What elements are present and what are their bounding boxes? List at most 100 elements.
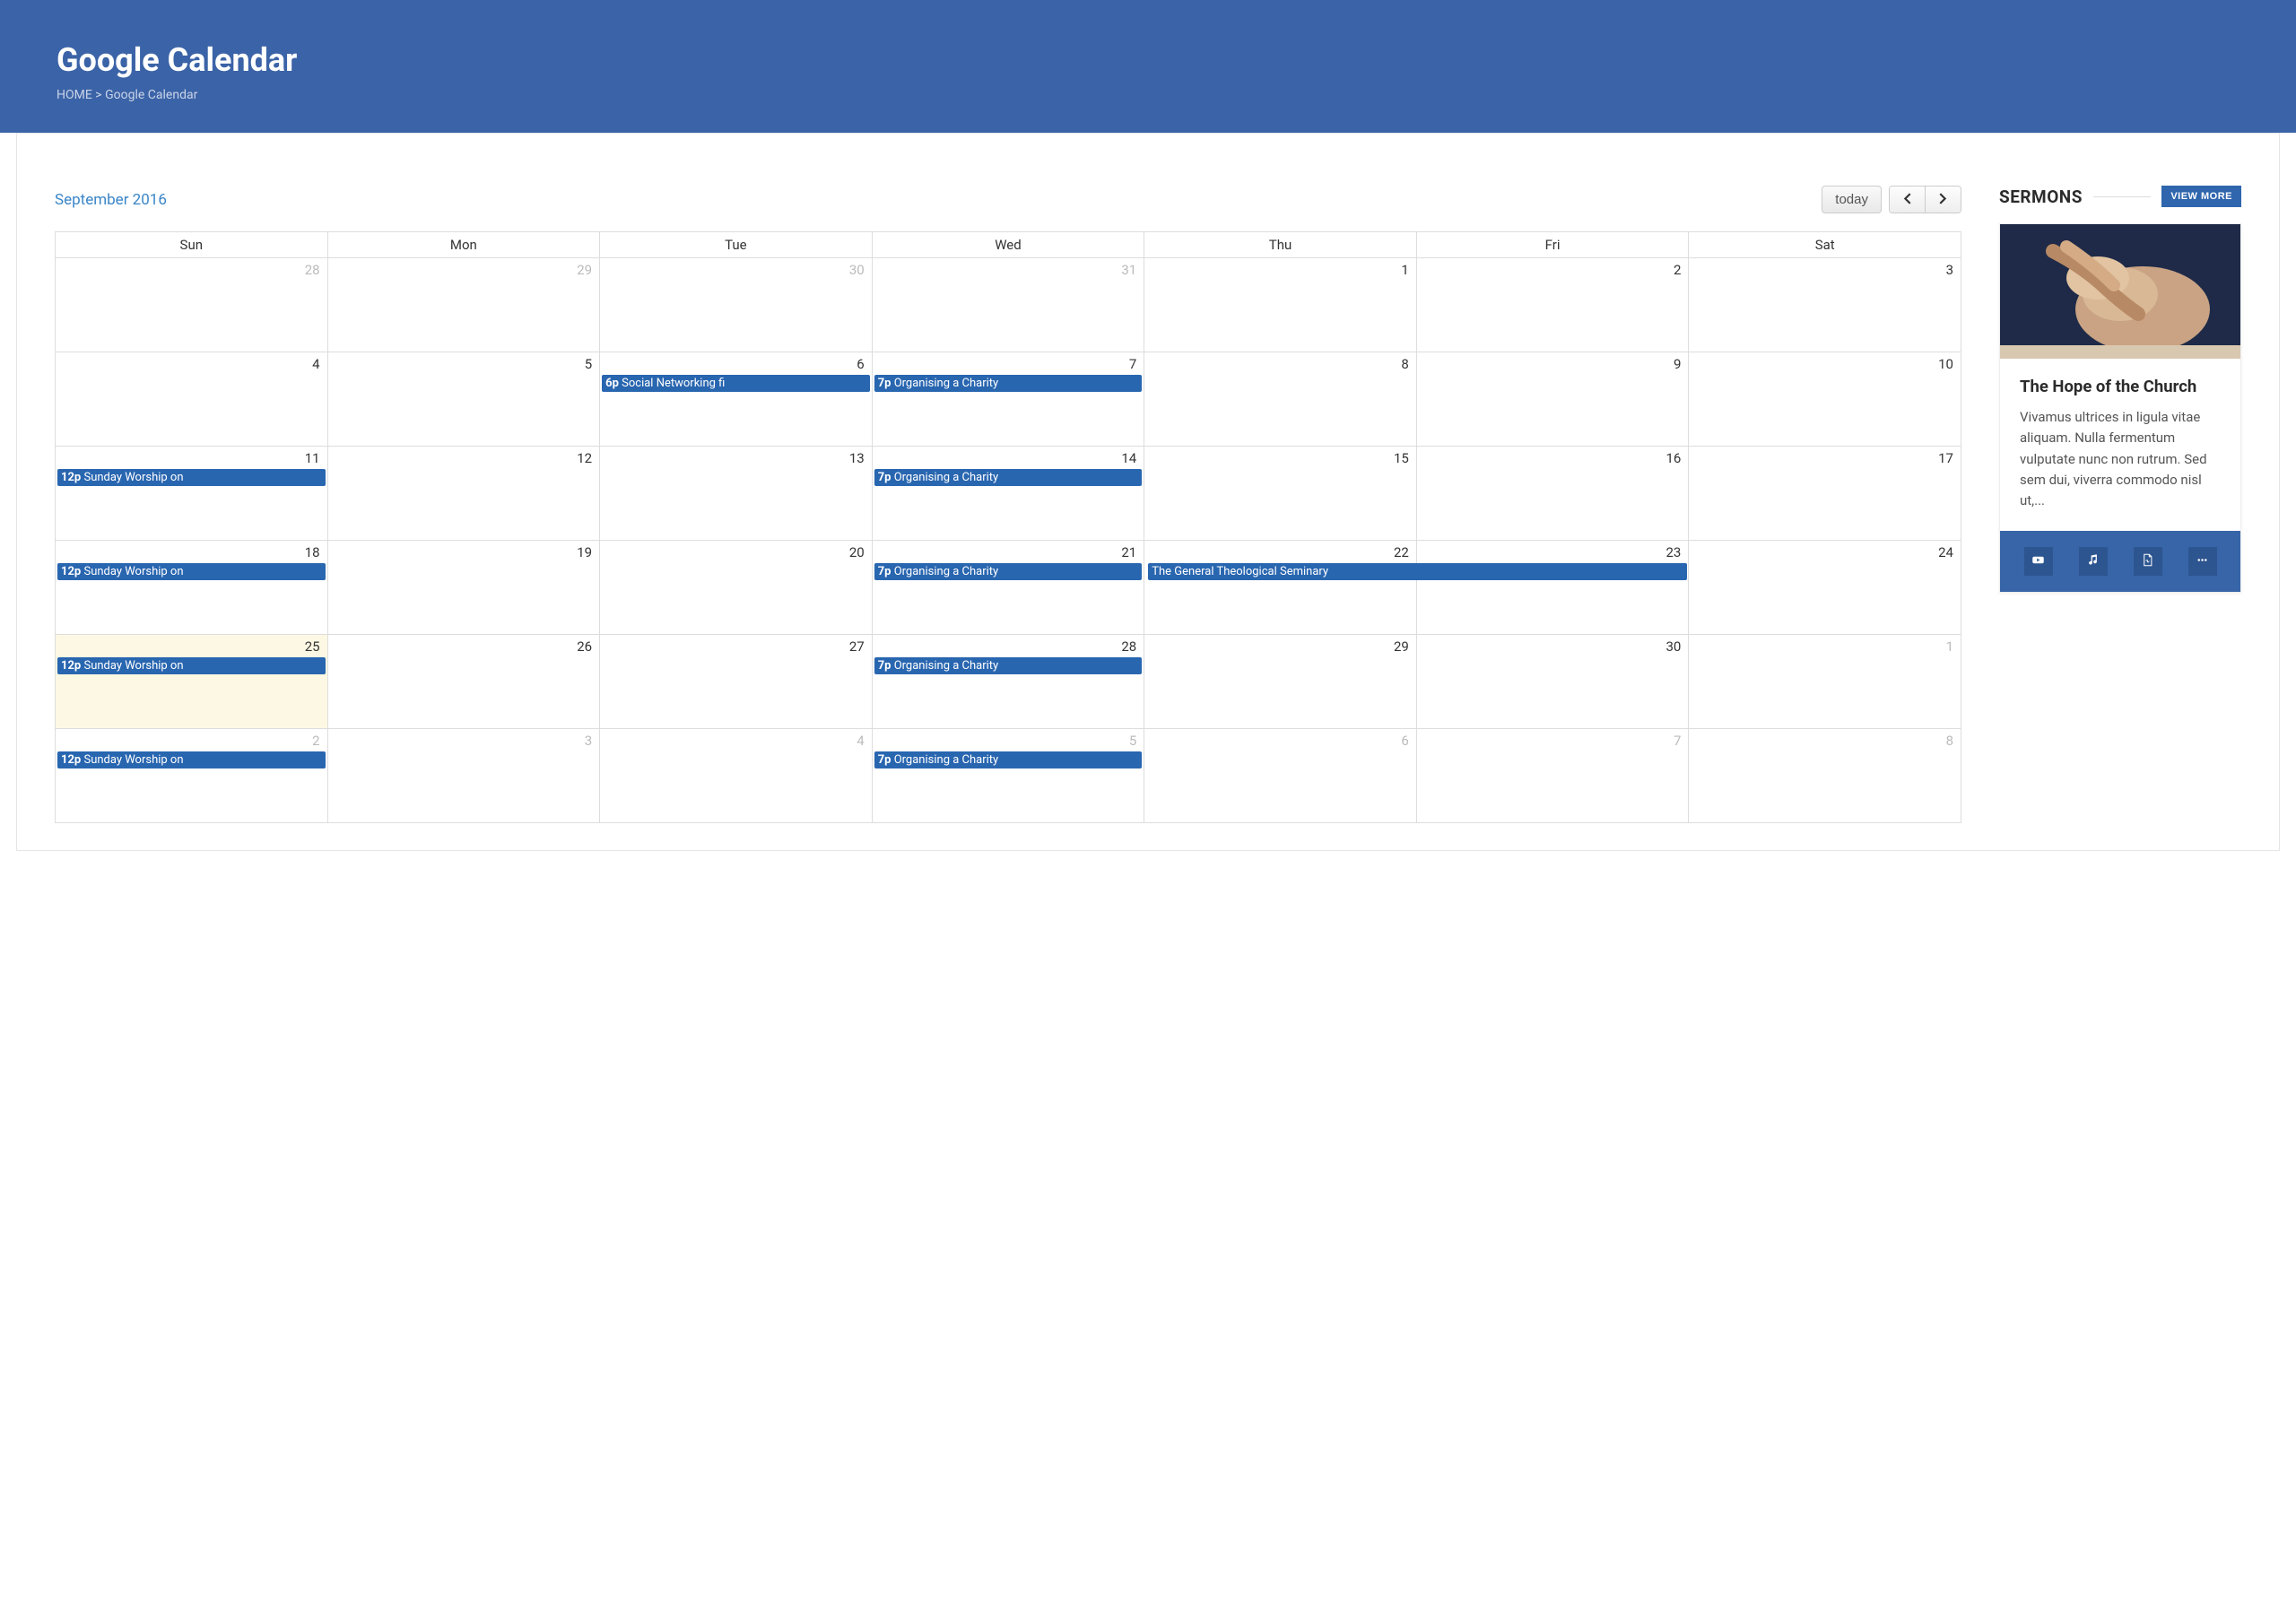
event-title: Organising a Charity (894, 659, 998, 673)
calendar-day-cell[interactable]: 28 (56, 258, 328, 352)
video-button[interactable] (2024, 547, 2053, 576)
calendar-day-cell[interactable]: 5 (327, 352, 600, 447)
calendar-day-cell[interactable]: 12 (327, 447, 600, 541)
calendar-day-cell[interactable]: 77p Organising a Charity (872, 352, 1144, 447)
calendar-day-number: 27 (600, 635, 872, 656)
event-title: Social Networking fi (622, 377, 725, 390)
audio-button[interactable] (2079, 547, 2108, 576)
event-title: Sunday Worship on (83, 659, 183, 673)
calendar-day-number: 30 (600, 258, 872, 280)
calendar-day-cell[interactable]: 287p Organising a Charity (872, 635, 1144, 729)
event-time: 7p (878, 753, 891, 767)
calendar-event[interactable]: 12p Sunday Worship on (57, 469, 326, 486)
calendar-day-number: 10 (1689, 352, 1961, 374)
event-title: Sunday Worship on (83, 565, 183, 578)
prev-month-button[interactable] (1890, 187, 1926, 213)
calendar-day-number: 25 (56, 635, 327, 656)
calendar-day-cell[interactable]: 24 (1689, 541, 1961, 635)
calendar-event[interactable]: 12p Sunday Worship on (57, 751, 326, 768)
calendar-day-cell[interactable]: 3 (1689, 258, 1961, 352)
calendar-event[interactable]: 12p Sunday Worship on (57, 563, 326, 580)
calendar-day-cell[interactable]: 3 (327, 729, 600, 823)
calendar-day-header: Wed (872, 232, 1144, 258)
calendar-day-cell[interactable]: 1 (1144, 258, 1417, 352)
breadcrumb-home[interactable]: HOME (57, 88, 92, 102)
event-time: 7p (878, 471, 891, 484)
calendar-day-cell[interactable]: 23 (1416, 541, 1689, 635)
calendar-event[interactable]: 6p Social Networking fi (602, 375, 870, 392)
music-icon (2086, 553, 2100, 570)
event-time: 12p (61, 471, 81, 484)
pdf-button[interactable] (2134, 547, 2162, 576)
calendar-day-cell[interactable]: 6 (1144, 729, 1417, 823)
calendar-day-cell[interactable]: 2 (1416, 258, 1689, 352)
next-month-button[interactable] (1926, 187, 1961, 213)
calendar-day-cell[interactable]: 9 (1416, 352, 1689, 447)
calendar-day-number: 5 (328, 352, 600, 374)
calendar-day-cell[interactable]: 26 (327, 635, 600, 729)
event-title: Sunday Worship on (83, 753, 183, 767)
calendar-day-cell[interactable]: 29 (1144, 635, 1417, 729)
calendar-event[interactable]: The General Theological Seminary (1148, 563, 1687, 580)
calendar-day-cell[interactable]: 29 (327, 258, 600, 352)
calendar-event[interactable]: 7p Organising a Charity (874, 657, 1143, 674)
calendar-day-cell[interactable]: 10 (1689, 352, 1961, 447)
view-more-button[interactable]: VIEW MORE (2161, 186, 2241, 207)
calendar-day-cell[interactable]: 13 (600, 447, 873, 541)
calendar-day-cell[interactable]: 4 (56, 352, 328, 447)
sermon-image[interactable] (2000, 224, 2240, 359)
ellipsis-icon (2196, 553, 2209, 570)
event-time: 12p (61, 565, 81, 578)
calendar-day-cell[interactable]: 4 (600, 729, 873, 823)
calendar-day-number: 31 (873, 258, 1144, 280)
calendar-day-number: 3 (328, 729, 600, 751)
calendar-day-number: 1 (1689, 635, 1961, 656)
calendar-day-number: 7 (1417, 729, 1689, 751)
calendar-day-number: 29 (1144, 635, 1416, 656)
calendar-month-label: September 2016 (55, 191, 167, 209)
calendar-day-cell[interactable]: 2512p Sunday Worship on (56, 635, 328, 729)
calendar-day-cell[interactable]: 20 (600, 541, 873, 635)
event-time: 6p (605, 377, 619, 390)
calendar-day-number: 4 (56, 352, 327, 374)
calendar-day-header: Fri (1416, 232, 1689, 258)
more-button[interactable] (2188, 547, 2217, 576)
calendar-day-number: 16 (1417, 447, 1689, 468)
calendar-day-cell[interactable]: 16 (1416, 447, 1689, 541)
calendar-day-cell[interactable]: 1112p Sunday Worship on (56, 447, 328, 541)
calendar-day-cell[interactable]: 8 (1689, 729, 1961, 823)
calendar-day-cell[interactable]: 147p Organising a Charity (872, 447, 1144, 541)
calendar-day-cell[interactable]: 57p Organising a Charity (872, 729, 1144, 823)
calendar-day-cell[interactable]: 30 (1416, 635, 1689, 729)
calendar-event[interactable]: 7p Organising a Charity (874, 469, 1143, 486)
event-title: The General Theological Seminary (1152, 565, 1328, 578)
calendar-day-cell[interactable]: 7 (1416, 729, 1689, 823)
calendar-day-number: 29 (328, 258, 600, 280)
calendar-day-cell[interactable]: 217p Organising a Charity (872, 541, 1144, 635)
calendar-day-cell[interactable]: 66p Social Networking fi (600, 352, 873, 447)
page-title: Google Calendar (57, 41, 2239, 79)
calendar-day-cell[interactable]: 212p Sunday Worship on (56, 729, 328, 823)
event-time: 12p (61, 659, 81, 673)
sidebar-title: SERMONS (1999, 187, 2083, 207)
calendar-event[interactable]: 12p Sunday Worship on (57, 657, 326, 674)
calendar-day-cell[interactable]: 17 (1689, 447, 1961, 541)
today-button[interactable]: today (1822, 186, 1882, 213)
calendar-day-cell[interactable]: 19 (327, 541, 600, 635)
calendar-day-cell[interactable]: 31 (872, 258, 1144, 352)
calendar-day-cell[interactable]: 8 (1144, 352, 1417, 447)
calendar-event[interactable]: 7p Organising a Charity (874, 375, 1143, 392)
calendar-day-cell[interactable]: 27 (600, 635, 873, 729)
sermon-actions (2000, 531, 2240, 592)
calendar-day-cell[interactable]: 22The General Theological Seminary (1144, 541, 1417, 635)
calendar-event[interactable]: 7p Organising a Charity (874, 751, 1143, 768)
calendar-day-number: 21 (873, 541, 1144, 562)
event-time: 7p (878, 377, 891, 390)
calendar-day-cell[interactable]: 15 (1144, 447, 1417, 541)
calendar-event[interactable]: 7p Organising a Charity (874, 563, 1143, 580)
sermon-title[interactable]: The Hope of the Church (2020, 377, 2221, 396)
calendar-day-cell[interactable]: 1 (1689, 635, 1961, 729)
calendar-day-number: 5 (873, 729, 1144, 751)
calendar-day-cell[interactable]: 30 (600, 258, 873, 352)
calendar-day-cell[interactable]: 1812p Sunday Worship on (56, 541, 328, 635)
